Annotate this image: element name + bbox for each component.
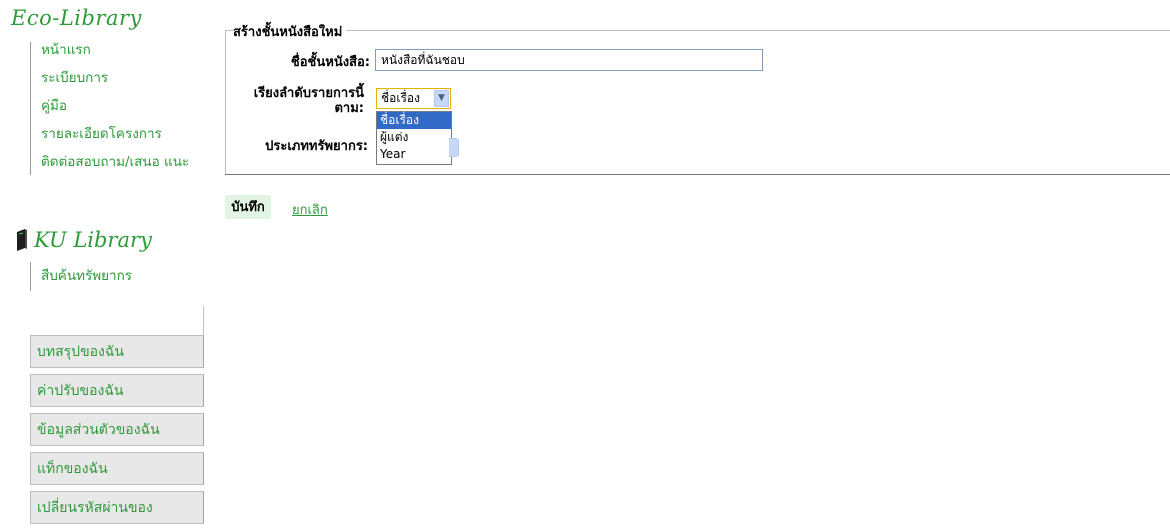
nav-link-project-details[interactable]: รายละเอียดโครงการ [41,126,216,143]
form-title: สร้างชั้นหนังสือใหม่ [233,21,347,42]
user-menu-boxes: บทสรุปของฉัน ค่าปรับของฉัน ข้อมูลส่วนตัว… [30,335,204,530]
sidebar-divider [203,306,204,336]
user-menu-fines[interactable]: ค่าปรับของฉัน [30,374,204,407]
fieldset-border-top [225,30,1170,31]
fieldset-border-left [225,30,226,174]
resource-type-select[interactable] [449,138,459,157]
resource-type-label: ประเภททรัพยากร: [265,139,368,154]
ku-library-title: KU Library [34,228,152,252]
ku-library-logo[interactable]: KU Library [16,228,152,252]
sort-option-author[interactable]: ผู้แต่ง [377,129,451,146]
sort-by-selected-value: ชื่อเรื่อง [381,91,420,105]
user-menu-summary[interactable]: บทสรุปของฉัน [30,335,204,368]
eco-library-nav: หน้าแรก ระเบียบการ คู่มือ รายละเอียดโครง… [30,42,216,175]
sort-option-year[interactable]: Year [377,146,451,163]
nav-link-regulations[interactable]: ระเบียบการ [41,70,216,87]
nav-link-manual[interactable]: คู่มือ [41,98,216,115]
sort-by-dropdown-list: ชื่อเรื่อง ผู้แต่ง Year [376,111,452,165]
sort-by-select[interactable]: ชื่อเรื่อง ▼ [376,88,451,109]
save-button[interactable]: บันทึก [225,195,271,219]
fieldset-border-bottom [225,174,1170,175]
user-menu-change-password[interactable]: เปลี่ยนรหัสผ่านของ [30,491,204,524]
book-icon [16,229,28,251]
user-menu-profile[interactable]: ข้อมูลส่วนตัวของฉัน [30,413,204,446]
eco-library-logo[interactable]: Eco-Library [11,6,142,30]
nav-link-contact[interactable]: ติดต่อสอบถาม/เสนอ แนะ [41,154,216,171]
shelf-name-label: ชื่อชั้นหนังสือ: [290,55,370,70]
sort-by-label: เรียงลำดับรายการนี้ ตาม: [253,86,364,116]
cancel-link[interactable]: ยกเลิก [292,199,328,220]
nav-link-home[interactable]: หน้าแรก [41,42,216,59]
nav-link-search-resources[interactable]: สืบค้นทรัพยากร [41,262,132,285]
chevron-down-icon[interactable]: ▼ [434,90,449,107]
shelf-name-input[interactable] [375,49,763,71]
user-menu-tags[interactable]: แท็กของฉัน [30,452,204,485]
ku-library-nav: สืบค้นทรัพยากร [30,262,132,291]
sort-option-title[interactable]: ชื่อเรื่อง [377,112,451,129]
